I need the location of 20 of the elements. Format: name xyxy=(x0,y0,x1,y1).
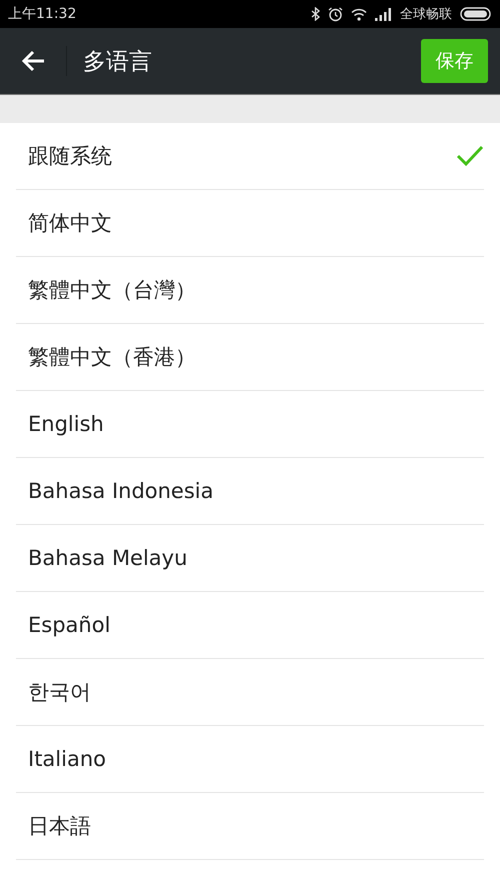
language-option[interactable]: Español xyxy=(16,592,484,659)
language-option[interactable]: 跟随系统 xyxy=(16,123,484,190)
language-option[interactable]: 繁體中文（台灣） xyxy=(16,257,484,324)
language-option[interactable]: 한국어 xyxy=(16,659,484,726)
carrier-name: 全球畅联 xyxy=(400,6,452,23)
page-title: 多语言 xyxy=(83,48,153,76)
language-option[interactable]: 繁體中文（香港） xyxy=(16,324,484,391)
battery-icon xyxy=(460,7,492,21)
language-option[interactable]: English xyxy=(16,391,484,458)
language-option[interactable]: Bahasa Indonesia xyxy=(16,458,484,525)
wifi-icon xyxy=(351,8,367,20)
language-option[interactable]: 简体中文 xyxy=(16,190,484,257)
language-option[interactable]: Italiano xyxy=(16,726,484,793)
status-time: 上午11:32 xyxy=(8,5,78,23)
back-arrow-icon xyxy=(22,50,46,72)
language-option[interactable]: Bahasa Melayu xyxy=(16,525,484,592)
bluetooth-icon xyxy=(311,7,320,21)
signal-icon xyxy=(375,8,392,20)
alarm-icon xyxy=(328,6,343,22)
language-option[interactable]: 日本語 xyxy=(16,793,484,860)
